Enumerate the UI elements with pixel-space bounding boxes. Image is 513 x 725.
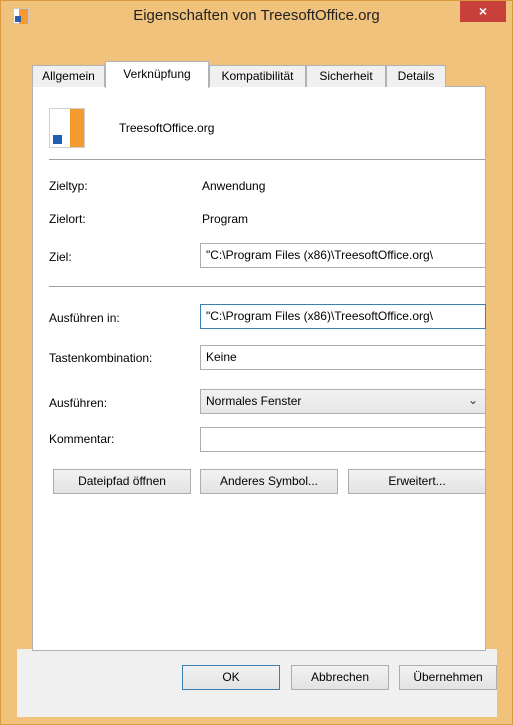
tastenkombination-label: Tastenkombination: — [49, 351, 153, 365]
ausfuehren-in-input[interactable]: "C:\Program Files (x86)\TreesoftOffice.o… — [200, 304, 486, 329]
shortcut-arrow-icon — [52, 134, 63, 145]
tab-allgemein[interactable]: Allgemein — [32, 65, 105, 87]
kommentar-input[interactable] — [200, 427, 486, 452]
tastenkombination-input[interactable]: Keine — [200, 345, 486, 370]
title-bar[interactable]: Eigenschaften von TreesoftOffice.org × — [1, 1, 512, 31]
properties-window: Eigenschaften von TreesoftOffice.org × A… — [0, 0, 513, 725]
shortcut-large-icon — [49, 108, 85, 148]
anderes-symbol-button[interactable]: Anderes Symbol... — [200, 469, 338, 494]
divider — [49, 159, 485, 160]
zieltyp-label: Zieltyp: — [49, 179, 88, 193]
ausfuehren-select-value: Normales Fenster — [206, 394, 302, 408]
ok-button[interactable]: OK — [182, 665, 280, 690]
shortcut-name: TreesoftOffice.org — [119, 121, 215, 135]
erweitert-button[interactable]: Erweitert... — [348, 469, 486, 494]
chevron-down-icon: ⌄ — [467, 393, 478, 407]
ausfuehren-label: Ausführen: — [49, 396, 108, 410]
window-title: Eigenschaften von TreesoftOffice.org — [133, 7, 380, 24]
ziel-input[interactable]: "C:\Program Files (x86)\TreesoftOffice.o… — [200, 243, 486, 268]
ziel-label: Ziel: — [49, 250, 72, 264]
tab-verknuepfung[interactable]: Verknüpfung — [105, 61, 209, 88]
tab-details[interactable]: Details — [386, 65, 446, 87]
zielort-value: Program — [202, 212, 249, 226]
close-button[interactable]: × — [460, 1, 506, 22]
dateipfad-oeffnen-button[interactable]: Dateipfad öffnen — [53, 469, 191, 494]
tab-sicherheit[interactable]: Sicherheit — [306, 65, 386, 87]
zieltyp-value: Anwendung — [202, 179, 266, 193]
kommentar-label: Kommentar: — [49, 432, 115, 446]
uebernehmen-button[interactable]: Übernehmen — [399, 665, 497, 690]
divider — [49, 286, 485, 287]
abbrechen-button[interactable]: Abbrechen — [291, 665, 389, 690]
zielort-label: Zielort: — [49, 212, 86, 226]
ausfuehren-select[interactable]: Normales Fenster ⌄ — [200, 389, 486, 414]
ausfuehren-in-label: Ausführen in: — [49, 311, 120, 325]
tab-kompatibilitaet[interactable]: Kompatibilität — [209, 65, 306, 87]
